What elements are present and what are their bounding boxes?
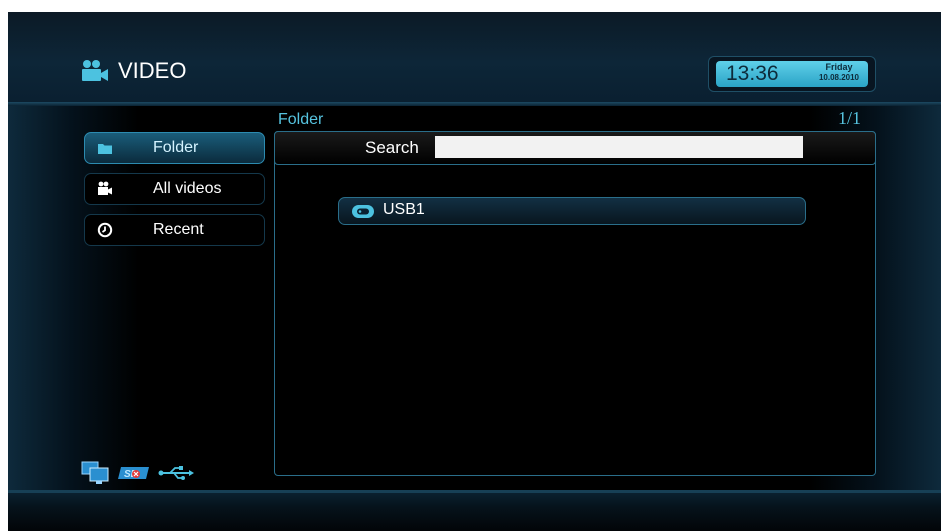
app-title-label: VIDEO [118,58,187,83]
list-item-usb1[interactable]: USB1 [338,197,806,225]
network-icon [81,461,109,484]
app-title: VIDEO [80,58,186,84]
folder-icon [98,144,112,154]
search-input[interactable] [435,136,803,158]
page-indicator: 1/1 [838,108,862,128]
clock-date: 10.08.2010 [818,73,860,82]
video-camera-icon [98,181,112,195]
tv-frame: VIDEO 13:36 Friday 10.08.2010 Folder All… [8,12,941,531]
clock-display: 13:36 Friday 10.08.2010 [716,61,868,87]
file-browser-panel [274,131,876,476]
list-item-label: USB1 [383,201,425,218]
footer [8,490,941,531]
search-bar: Search [274,131,876,165]
clock-time: 13:36 [726,62,779,85]
usb-icon [158,466,194,480]
panel-title: Folder [278,111,324,128]
footer-divider [8,490,941,493]
search-label: Search [365,138,419,157]
sd-card-icon: SD [118,467,149,480]
sidebar-item-folder[interactable]: Folder [84,132,265,164]
sidebar-item-all-videos[interactable]: All videos [84,173,265,205]
usb-drive-icon [352,205,374,218]
sidebar-item-label: All videos [153,180,222,197]
clock-widget: 13:36 Friday 10.08.2010 [708,56,876,92]
sidebar-item-label: Folder [153,139,199,156]
sidebar-item-recent[interactable]: Recent [84,214,265,246]
clock-day: Friday [825,62,853,72]
screen: VIDEO 13:36 Friday 10.08.2010 Folder All… [0,0,941,531]
video-camera-icon [82,60,108,81]
clock-icon [97,222,113,238]
sidebar-item-label: Recent [153,221,204,238]
device-status-bar: SD [80,460,194,486]
